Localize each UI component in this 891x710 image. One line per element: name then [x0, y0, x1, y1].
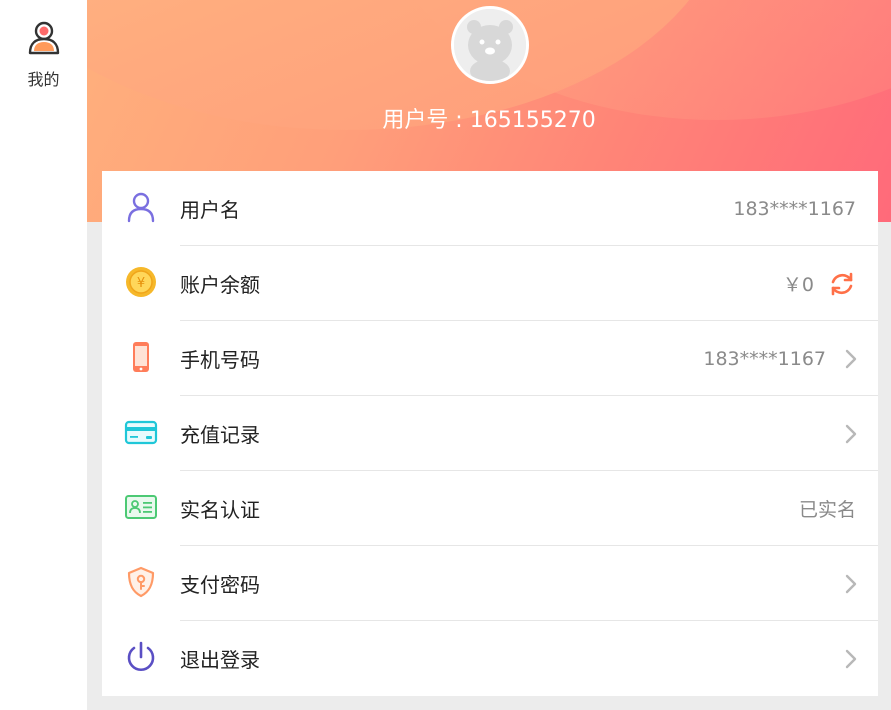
bear-avatar-icon: [454, 9, 526, 81]
balance-value: ￥0: [782, 274, 814, 296]
menu-row-title: 用户名: [180, 198, 240, 222]
menu-row-pay-password[interactable]: 支付密码: [102, 546, 878, 621]
sidebar: 我的: [0, 0, 87, 710]
menu-row-title: 手机号码: [180, 348, 260, 372]
chevron-right-icon: [845, 574, 857, 593]
user-icon: [124, 190, 158, 224]
chevron-right-icon: [845, 424, 857, 443]
menu-row-title: 账户余额: [180, 273, 260, 297]
menu-row-logout[interactable]: 退出登录: [102, 621, 878, 696]
coin-icon: ¥: [124, 265, 158, 299]
account-menu: 用户名 183****1167 ¥ 账户余额 ￥0 手机号码 183****11…: [102, 171, 878, 696]
svg-text:¥: ¥: [137, 276, 145, 291]
username-value: 183****1167: [733, 197, 856, 220]
menu-row-username[interactable]: 用户名 183****1167: [102, 171, 878, 246]
tab-mine[interactable]: 我的: [0, 0, 87, 100]
tab-mine-label: 我的: [27, 70, 60, 89]
menu-row-verification[interactable]: 实名认证 已实名: [102, 471, 878, 546]
avatar[interactable]: [451, 6, 529, 84]
chevron-right-icon: [845, 649, 857, 668]
user-number: 用户号 : 165155270: [382, 108, 596, 133]
power-icon: [124, 640, 158, 674]
menu-row-title: 充值记录: [180, 423, 260, 447]
main-panel: 用户号 : 165155270 用户名 183****1167 ¥ 账户余额 ￥…: [87, 0, 891, 710]
user-icon: [28, 21, 59, 55]
menu-row-recharge[interactable]: 充值记录: [102, 396, 878, 471]
shield-key-icon: [124, 565, 158, 599]
chevron-right-icon: [845, 349, 857, 368]
phone-value: 183****1167: [703, 347, 826, 370]
id-card-icon: [124, 490, 158, 524]
menu-row-title: 退出登录: [180, 648, 260, 672]
menu-row-title: 实名认证: [180, 498, 260, 522]
menu-row-balance[interactable]: ¥ 账户余额 ￥0: [102, 246, 878, 321]
menu-row-phone[interactable]: 手机号码 183****1167: [102, 321, 878, 396]
verification-status: 已实名: [798, 499, 856, 521]
phone-icon: [124, 340, 158, 374]
menu-row-title: 支付密码: [180, 573, 260, 597]
refresh-icon[interactable]: [828, 270, 856, 298]
card-icon: [124, 415, 158, 449]
